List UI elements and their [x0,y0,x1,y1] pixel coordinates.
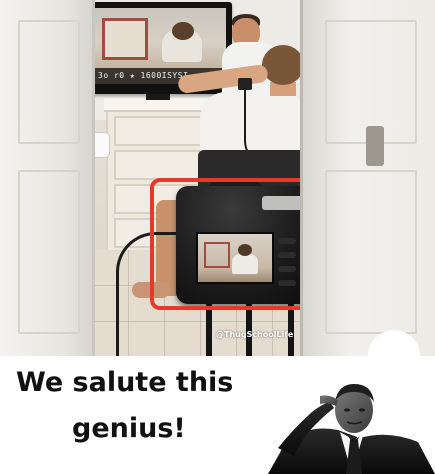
saluting-man-svg [268,384,435,474]
door-panel [18,170,80,334]
monitor-mount [146,94,170,100]
saluting-man-illustration [268,372,435,474]
door-latch [366,126,384,166]
person-head [262,45,304,85]
photo-scene: 3o r0 ★ 1600ISYSI @ThugSchoolLife [0,0,435,356]
watermark: @ThugSchoolLife [216,330,294,339]
monitor-person-head [172,22,194,40]
door-panel [18,20,80,144]
right-door [300,0,435,356]
door-panel [325,170,417,334]
monitor-picture-frame [102,18,148,60]
left-door [0,0,95,356]
